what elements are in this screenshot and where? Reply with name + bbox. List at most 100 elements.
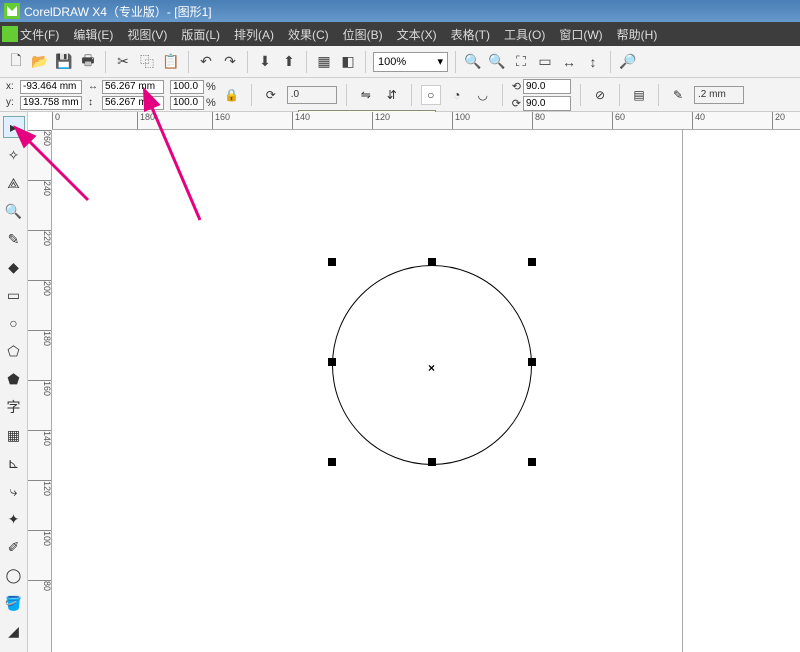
zoom-out-icon[interactable]: 🔍 <box>487 52 507 72</box>
width-icon: ↔ <box>88 81 100 92</box>
search-icon[interactable]: 🔎 <box>618 52 638 72</box>
separator <box>610 51 611 73</box>
rectangle-tool[interactable]: ▭ <box>3 284 25 306</box>
y-position-input[interactable] <box>20 96 82 110</box>
start-angle-input[interactable] <box>523 79 571 94</box>
basic-shapes-tool[interactable]: ⬟ <box>3 368 25 390</box>
smart-fill-tool[interactable]: ◆ <box>3 256 25 278</box>
open-icon[interactable]: 📂 <box>30 52 50 72</box>
redo-icon[interactable]: ↷ <box>220 52 240 72</box>
text-tool[interactable]: 字 <box>3 396 25 418</box>
eyedropper-tool[interactable]: ✐ <box>3 536 25 558</box>
angle-group: ⟲ ⟳ <box>512 79 571 111</box>
export-icon[interactable]: ⬆ <box>279 52 299 72</box>
separator <box>580 84 581 106</box>
cut-icon[interactable]: ✂ <box>113 52 133 72</box>
separator <box>188 51 189 73</box>
menu-table[interactable]: 表格(T) <box>451 26 490 43</box>
rotate-icon: ⟳ <box>261 85 281 105</box>
dropdown-icon: ▾ <box>437 55 443 68</box>
arc-mode-button[interactable]: ◡ <box>473 85 493 105</box>
print-icon[interactable]: 🖶 <box>78 52 98 72</box>
connector-tool[interactable]: ⤷ <box>3 480 25 502</box>
menu-arrange[interactable]: 排列(A) <box>234 26 274 43</box>
zoom-page-icon[interactable]: ▭ <box>535 52 555 72</box>
width-input[interactable] <box>102 80 164 94</box>
annotation-arrow <box>18 130 98 215</box>
x-position-input[interactable] <box>20 80 82 94</box>
paste-icon[interactable]: 📋 <box>161 52 181 72</box>
zoom-width-icon[interactable]: ↔ <box>559 52 579 72</box>
table-tool[interactable]: ▦ <box>3 424 25 446</box>
freehand-tool[interactable]: ✎ <box>3 228 25 250</box>
annotation-arrow <box>140 95 220 230</box>
menu-edit[interactable]: 编辑(E) <box>73 26 113 43</box>
scale-x-input[interactable] <box>170 80 204 94</box>
undo-icon[interactable]: ↶ <box>196 52 216 72</box>
ellipse-mode-button[interactable]: ○ <box>421 85 441 105</box>
outline-width-input[interactable]: .2 mm <box>694 86 744 104</box>
workspace: ▸ ✧ ⟁ 🔍 ✎ ◆ ▭ ○ ⬠ ⬟ 字 ▦ ⊾ ⤷ ✦ ✐ ◯ 🪣 ◢ 01… <box>0 112 800 652</box>
ellipse-tool[interactable]: ○ <box>3 312 25 334</box>
separator <box>619 84 620 106</box>
new-icon[interactable]: 🗋 <box>6 52 26 72</box>
standard-toolbar: 🗋 📂 💾 🖶 ✂ ⿻ 📋 ↶ ↷ ⬇ ⬆ ▦ ◧ 100% ▾ 🔍 🔍 ⛶ ▭… <box>0 46 800 78</box>
menu-effects[interactable]: 效果(C) <box>288 26 329 43</box>
pie-mode-button[interactable]: ◔ <box>447 85 467 105</box>
x-label: x: <box>6 81 18 92</box>
selection-handle[interactable] <box>328 358 336 366</box>
zoom-height-icon[interactable]: ↕ <box>583 52 603 72</box>
separator <box>502 84 503 106</box>
rotation-input[interactable]: .0 <box>287 86 337 104</box>
menu-window[interactable]: 窗口(W) <box>559 26 602 43</box>
separator <box>455 51 456 73</box>
fill-tool[interactable]: 🪣 <box>3 592 25 614</box>
menubar-app-icon <box>2 26 18 42</box>
menubar: 文件(F) 编辑(E) 视图(V) 版面(L) 排列(A) 效果(C) 位图(B… <box>0 22 800 46</box>
menu-bitmap[interactable]: 位图(B) <box>343 26 383 43</box>
end-angle-input[interactable] <box>523 96 571 111</box>
outline-width-icon: ✎ <box>668 85 688 105</box>
zoom-value: 100% <box>378 56 406 68</box>
copy-icon[interactable]: ⿻ <box>137 52 157 72</box>
position-group: x: y: <box>6 80 82 110</box>
menu-file[interactable]: 文件(F) <box>20 26 59 43</box>
zoom-fit-icon[interactable]: ⛶ <box>511 52 531 72</box>
lock-ratio-button[interactable]: 🔒 <box>222 85 242 105</box>
direction-button[interactable]: ⊘ <box>590 85 610 105</box>
separator <box>365 51 366 73</box>
selection-handle[interactable] <box>428 258 436 266</box>
selection-handle[interactable] <box>428 458 436 466</box>
effects-tool[interactable]: ✦ <box>3 508 25 530</box>
zoom-level-combo[interactable]: 100% ▾ <box>373 52 448 72</box>
menu-tools[interactable]: 工具(O) <box>504 26 545 43</box>
save-icon[interactable]: 💾 <box>54 52 74 72</box>
y-label: y: <box>6 97 18 108</box>
menu-text[interactable]: 文本(X) <box>397 26 437 43</box>
selection-handle[interactable] <box>328 458 336 466</box>
menu-help[interactable]: 帮助(H) <box>617 26 658 43</box>
selection-handle[interactable] <box>528 258 536 266</box>
end-angle-icon: ⟳ <box>512 97 521 110</box>
zoom-in-icon[interactable]: 🔍 <box>463 52 483 72</box>
wrap-text-button[interactable]: ▤ <box>629 85 649 105</box>
menu-layout[interactable]: 版面(L) <box>181 26 220 43</box>
property-bar: x: y: ↔ ↕ % % 🔒 ⟳ .0 ⇋ ⇵ ○ ◔ ◡ ⟲ ⟳ ⊘ ▤ ✎… <box>0 78 800 112</box>
selection-center-icon: × <box>428 361 435 375</box>
mirror-v-button[interactable]: ⇵ <box>382 85 402 105</box>
import-icon[interactable]: ⬇ <box>255 52 275 72</box>
outline-tool[interactable]: ◯ <box>3 564 25 586</box>
separator <box>105 51 106 73</box>
mirror-h-button[interactable]: ⇋ <box>356 85 376 105</box>
selection-handle[interactable] <box>528 458 536 466</box>
selection-handle[interactable] <box>328 258 336 266</box>
interactive-fill-tool[interactable]: ◢ <box>3 620 25 642</box>
polygon-tool[interactable]: ⬠ <box>3 340 25 362</box>
selection-handle[interactable] <box>528 358 536 366</box>
pct-label: % <box>206 81 216 93</box>
dimension-tool[interactable]: ⊾ <box>3 452 25 474</box>
height-icon: ↕ <box>88 97 100 108</box>
welcome-icon[interactable]: ◧ <box>338 52 358 72</box>
menu-view[interactable]: 视图(V) <box>127 26 167 43</box>
app-launcher-icon[interactable]: ▦ <box>314 52 334 72</box>
